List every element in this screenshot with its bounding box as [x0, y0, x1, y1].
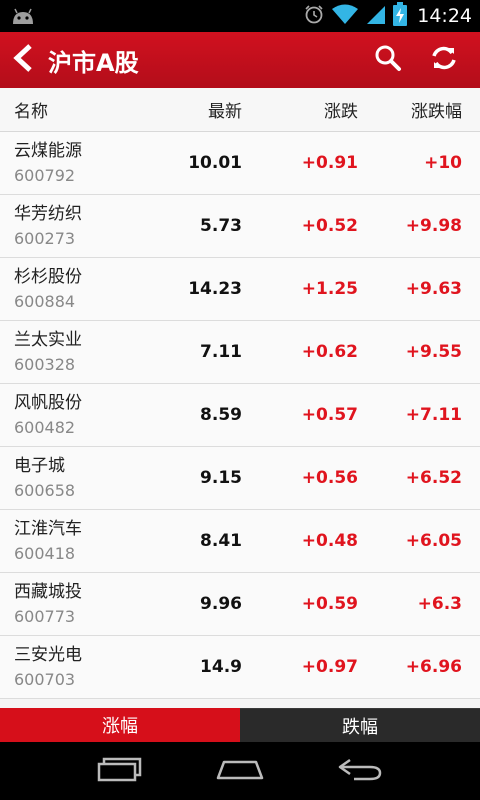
change-percent: +9.63 [405, 279, 462, 299]
table-row[interactable]: 云煤能源 600792 10.01 +0.91 +10 [0, 132, 480, 195]
table-row[interactable]: 风帆股份 600482 8.59 +0.57 +7.11 [0, 384, 480, 447]
stock-code: 600482 [14, 417, 76, 437]
change-percent: +6.3 [417, 594, 462, 614]
latest-price: 7.11 [200, 342, 242, 362]
header-change[interactable]: 涨跌 [324, 102, 358, 122]
refresh-icon [430, 44, 458, 76]
latest-price: 8.41 [200, 531, 242, 551]
latest-price: 9.15 [200, 468, 242, 488]
alarm-icon [303, 3, 325, 29]
refresh-button[interactable] [416, 32, 472, 88]
price-change: +0.52 [301, 216, 358, 236]
price-change: +0.91 [301, 153, 358, 173]
price-change: +0.62 [301, 342, 358, 362]
header-name[interactable]: 名称 [14, 102, 48, 122]
table-row[interactable]: 三安光电 600703 14.9 +0.97 +6.96 [0, 636, 480, 699]
stock-name: 西藏城投 [14, 581, 82, 602]
change-percent: +6.52 [405, 468, 462, 488]
tab-gainers[interactable]: 涨幅 [0, 708, 240, 742]
price-change: +0.48 [301, 531, 358, 551]
page-title: 沪市A股 [48, 48, 139, 77]
stock-code: 600792 [14, 165, 76, 185]
signal-icon [365, 3, 387, 29]
stock-name: 杉杉股份 [14, 266, 82, 287]
price-change: +0.59 [301, 594, 358, 614]
latest-price: 14.9 [200, 657, 242, 677]
recent-apps-icon [96, 756, 144, 786]
stock-list: 名称 最新 涨跌 涨跌幅 云煤能源 600792 10.01 +0.91 +10… [0, 88, 480, 708]
change-percent: +6.96 [405, 657, 462, 677]
stock-name: 风帆股份 [14, 392, 82, 413]
bottom-tabs: 涨幅 跌幅 [0, 708, 480, 742]
stock-code: 600418 [14, 543, 76, 563]
header-latest[interactable]: 最新 [208, 102, 242, 122]
table-row[interactable]: 电子城 600658 9.15 +0.56 +6.52 [0, 447, 480, 510]
search-icon [374, 44, 402, 76]
table-row[interactable]: 华芳纺织 600273 5.73 +0.52 +9.98 [0, 195, 480, 258]
tab-losers[interactable]: 跌幅 [240, 708, 480, 742]
back-nav-button[interactable] [330, 749, 390, 793]
stock-name: 电子城 [14, 455, 65, 476]
back-chevron-icon [10, 43, 40, 77]
wifi-icon [331, 3, 359, 29]
change-percent: +7.11 [405, 405, 462, 425]
change-percent: +9.98 [405, 216, 462, 236]
system-nav-bar [0, 742, 480, 800]
latest-price: 14.23 [188, 279, 242, 299]
change-percent: +9.55 [405, 342, 462, 362]
change-percent: +6.05 [405, 531, 462, 551]
table-header: 名称 最新 涨跌 涨跌幅 [0, 88, 480, 132]
home-button[interactable] [210, 749, 270, 793]
stock-name: 兰太实业 [14, 329, 82, 350]
stock-code: 600703 [14, 669, 76, 689]
table-row[interactable]: 杉杉股份 600884 14.23 +1.25 +9.63 [0, 258, 480, 321]
header-change-pct[interactable]: 涨跌幅 [411, 102, 462, 122]
back-nav-icon [336, 756, 384, 786]
android-debug-icon [10, 6, 36, 26]
latest-price: 5.73 [200, 216, 242, 236]
stock-name: 江淮汽车 [14, 518, 82, 539]
stock-name: 云煤能源 [14, 140, 82, 161]
app-bar: 沪市A股 [0, 32, 480, 88]
status-time: 14:24 [417, 5, 472, 27]
stock-code: 600328 [14, 354, 76, 374]
stock-code: 600273 [14, 228, 76, 248]
latest-price: 8.59 [200, 405, 242, 425]
table-row[interactable]: 兰太实业 600328 7.11 +0.62 +9.55 [0, 321, 480, 384]
battery-charging-icon [393, 2, 408, 30]
back-button[interactable] [4, 32, 46, 88]
status-bar: 14:24 [0, 0, 480, 32]
search-button[interactable] [360, 32, 416, 88]
stock-name: 华芳纺织 [14, 203, 82, 224]
price-change: +0.57 [301, 405, 358, 425]
price-change: +1.25 [301, 279, 358, 299]
home-nav-icon [214, 756, 266, 786]
price-change: +0.56 [301, 468, 358, 488]
price-change: +0.97 [301, 657, 358, 677]
latest-price: 9.96 [200, 594, 242, 614]
stock-name: 三安光电 [14, 644, 82, 665]
stock-code: 600884 [14, 291, 76, 311]
table-row[interactable]: 西藏城投 600773 9.96 +0.59 +6.3 [0, 573, 480, 636]
stock-code: 600773 [14, 606, 76, 626]
change-percent: +10 [424, 153, 462, 173]
stock-code: 600658 [14, 480, 76, 500]
table-row[interactable]: 江淮汽车 600418 8.41 +0.48 +6.05 [0, 510, 480, 573]
latest-price: 10.01 [188, 153, 242, 173]
recent-apps-button[interactable] [90, 749, 150, 793]
